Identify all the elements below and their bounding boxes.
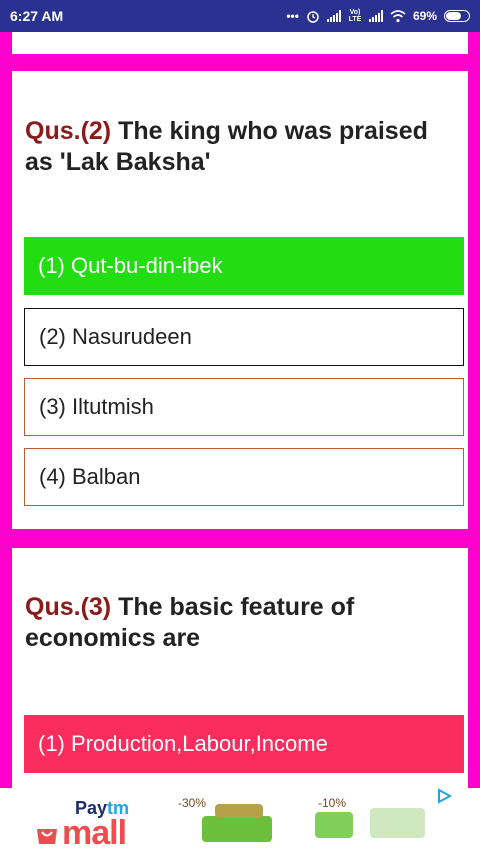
product-image-3: [370, 808, 425, 838]
option-label: (3) Iltutmish: [39, 394, 154, 419]
option-label: (1) Qut-bu-din-ibek: [38, 253, 223, 278]
option-1[interactable]: (1) Qut-bu-din-ibek: [24, 237, 464, 295]
signal-icon-2: [368, 10, 383, 22]
product-image-2: [315, 812, 353, 838]
option-1[interactable]: (1) Production,Labour,Income: [24, 715, 464, 773]
question-number: Qus.(2): [25, 117, 112, 145]
option-3[interactable]: (3) Iltutmish: [24, 378, 464, 436]
option-2[interactable]: (2) Nasurudeen: [24, 308, 464, 366]
question-card-2: Qus.(2) The king who was praised as 'Lak…: [12, 71, 468, 529]
mall-wordmark: mall: [62, 814, 127, 852]
paytm-mall-logo[interactable]: Paytm mall: [30, 794, 170, 852]
battery-percent: 69%: [412, 9, 437, 23]
option-label: (2) Nasurudeen: [39, 324, 192, 349]
product-image-1b: [215, 804, 263, 818]
question-title: Qus.(3) The basic feature of economics a…: [25, 592, 448, 654]
status-time: 6:27 AM: [10, 8, 64, 24]
volte-label: Vo) LTE: [348, 9, 362, 23]
question-number: Qus.(3): [25, 593, 112, 621]
more-icon: •••: [286, 9, 299, 23]
status-icons: ••• Vo) LTE 69%: [286, 9, 470, 23]
option-label: (4) Balban: [39, 464, 141, 489]
banner-ad[interactable]: Paytm mall -30% -10%: [0, 788, 480, 853]
status-bar: 6:27 AM ••• Vo) LTE 69%: [0, 0, 480, 32]
previous-question-card: [12, 32, 468, 54]
ad-choices-icon[interactable]: [436, 788, 452, 804]
battery-icon: [444, 10, 470, 22]
option-label: (1) Production,Labour,Income: [38, 731, 328, 756]
discount-badge-1: -30%: [178, 796, 207, 810]
alarm-icon: [307, 11, 319, 23]
shopping-bag-icon: [37, 829, 57, 844]
wifi-icon: [390, 9, 406, 22]
question-card-3: Qus.(3) The basic feature of economics a…: [12, 548, 468, 788]
option-4[interactable]: (4) Balban: [24, 448, 464, 506]
signal-icon: [326, 10, 341, 22]
product-image-1: [202, 816, 272, 842]
question-title: Qus.(2) The king who was praised as 'Lak…: [25, 116, 448, 178]
discount-badge-2: -10%: [318, 796, 347, 810]
